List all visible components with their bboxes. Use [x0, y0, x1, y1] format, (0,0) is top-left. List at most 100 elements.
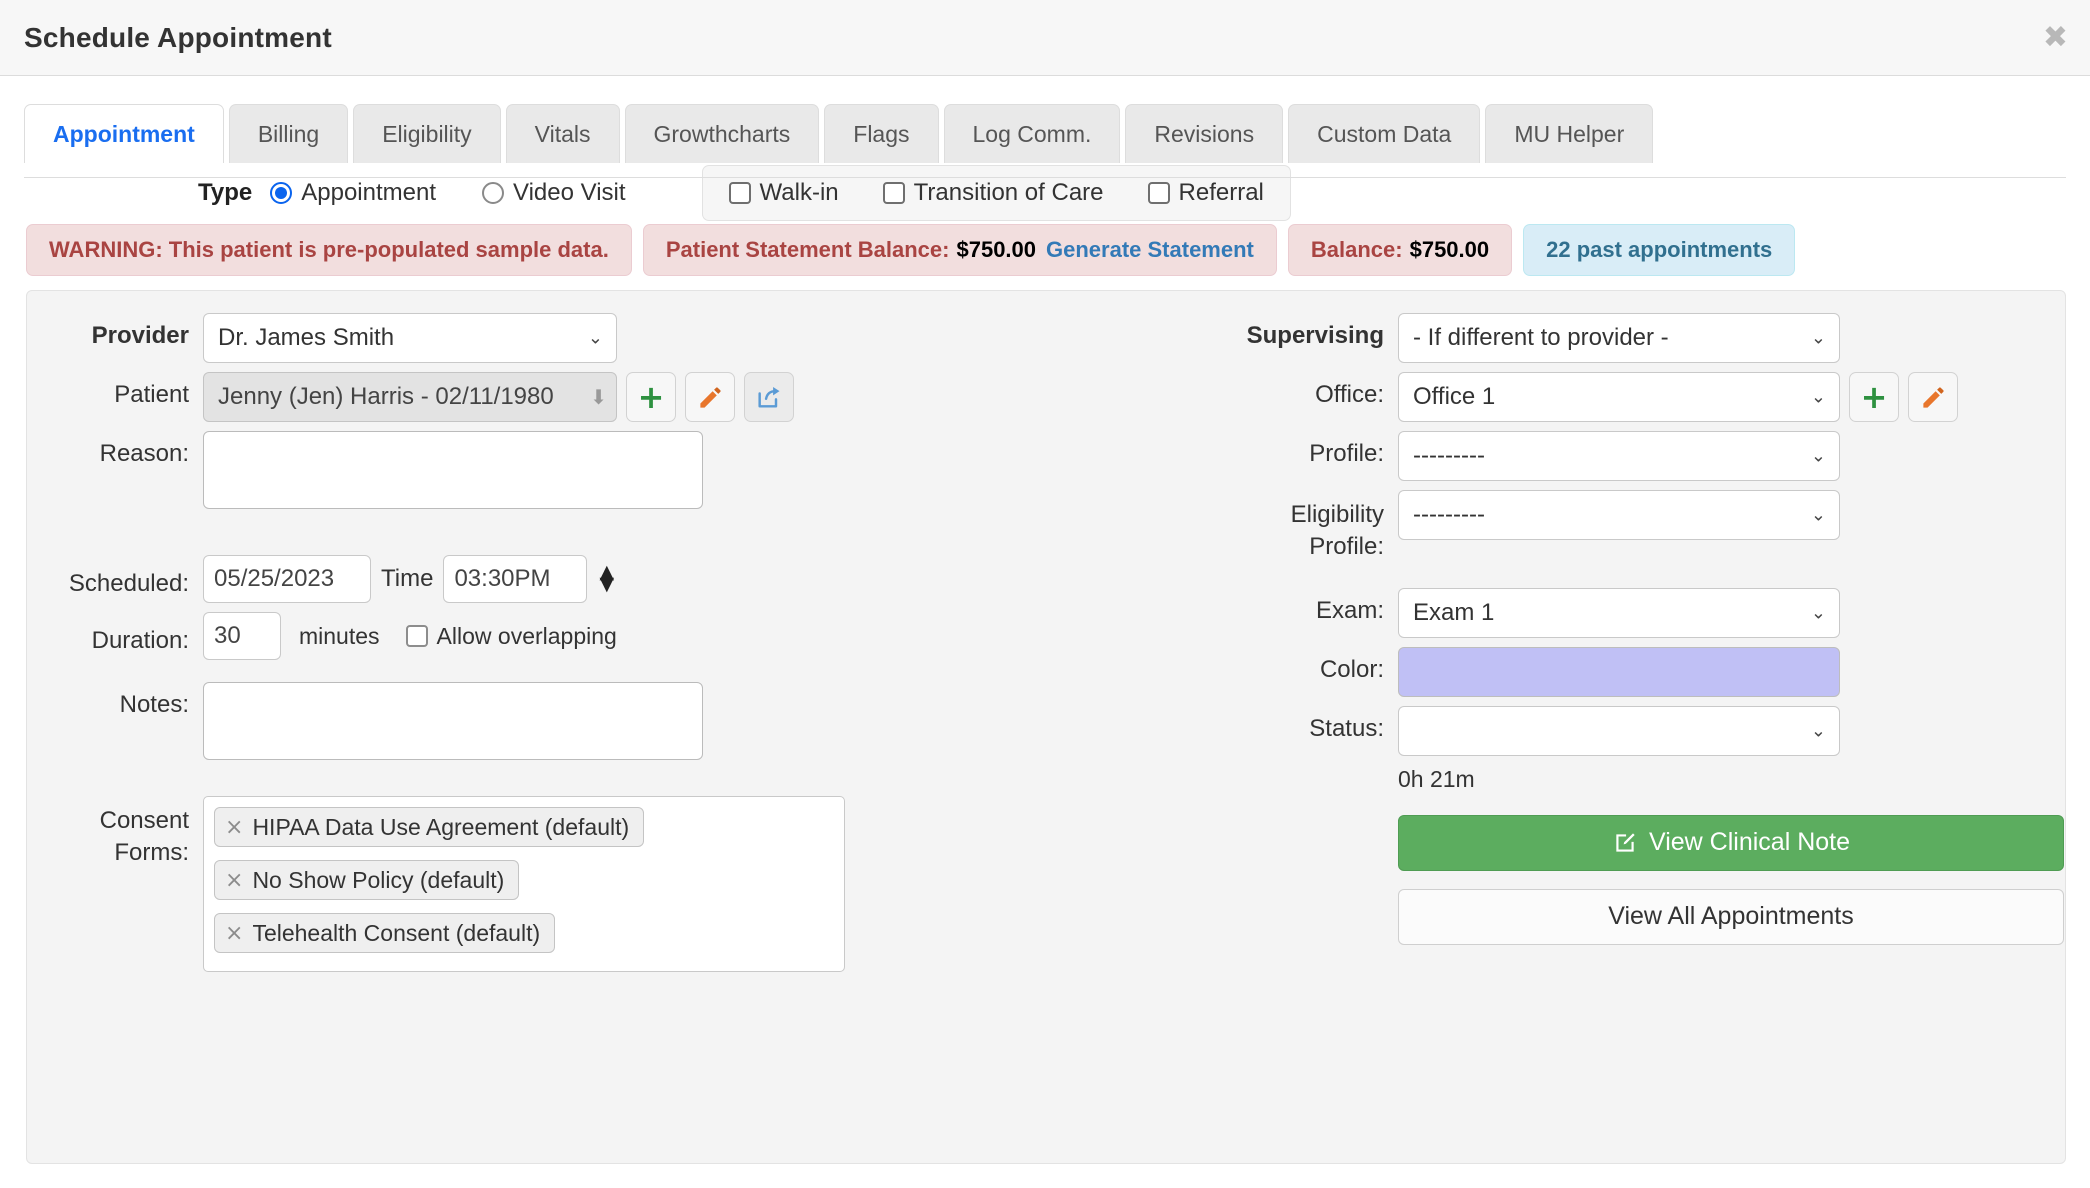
office-label: Office: — [1315, 381, 1384, 408]
consent-chip-label: HIPAA Data Use Agreement (default) — [252, 813, 630, 840]
appointment-flags-group: Walk-in Transition of Care Referral — [701, 165, 1291, 221]
office-select-wrap: Office 1 ⌄ — [1398, 372, 1840, 422]
exam-row: Exam: Exam 1 ⌄ — [1046, 587, 2065, 638]
patient-row: Patient Jenny (Jen) Harris - 02/11/1980 … — [27, 372, 1046, 422]
exam-label: Exam: — [1315, 596, 1384, 624]
consent-forms-box[interactable]: × HIPAA Data Use Agreement (default) × N… — [203, 796, 845, 972]
reason-textarea[interactable] — [203, 431, 703, 509]
generate-statement-link[interactable]: Generate Statement — [1046, 237, 1254, 263]
status-select[interactable] — [1398, 705, 1840, 756]
checkbox-referral-box[interactable] — [1147, 182, 1170, 204]
checkbox-transition-of-care-box[interactable] — [882, 182, 905, 204]
close-icon[interactable]: ✖ — [2043, 22, 2068, 53]
eligibility-profile-select[interactable]: --------- — [1398, 490, 1840, 540]
tab-eligibility[interactable]: Eligibility — [353, 104, 501, 163]
checkbox-allow-overlapping-box[interactable] — [405, 625, 428, 647]
edit-patient-button[interactable] — [685, 372, 735, 422]
form-left-column: Provider Dr. James Smith ⌄ Patient Jenny… — [27, 291, 1046, 1163]
profile-label: Profile: — [1309, 440, 1384, 467]
tab-flags[interactable]: Flags — [824, 104, 939, 163]
modal-header: Schedule Appointment ✖ — [0, 0, 2090, 76]
balance-amount: $750.00 — [1409, 237, 1490, 262]
notes-textarea[interactable] — [203, 682, 703, 760]
statement-balance-amount: $750.00 — [956, 237, 1037, 262]
tab-vitals[interactable]: Vitals — [505, 104, 620, 163]
share-patient-button[interactable] — [744, 372, 794, 422]
eligibility-profile-row: Eligibility Profile: --------- ⌄ — [1046, 490, 2065, 564]
tab-mu-helper[interactable]: MU Helper — [1485, 104, 1654, 163]
checkbox-allow-overlapping[interactable]: Allow overlapping — [405, 623, 617, 650]
patient-select-wrap: Jenny (Jen) Harris - 02/11/1980 ⬇ — [203, 372, 617, 422]
notes-label: Notes: — [119, 691, 189, 718]
provider-row: Provider Dr. James Smith ⌄ — [27, 313, 1046, 363]
consent-chip-telehealth[interactable]: × Telehealth Consent (default) — [214, 913, 556, 953]
eligibility-profile-label-line2: Profile: — [1309, 533, 1384, 561]
page-title: Schedule Appointment — [24, 21, 332, 53]
patient-statement-balance-banner: Patient Statement Balance: $750.00 Gener… — [642, 224, 1277, 276]
view-all-appointments-button[interactable]: View All Appointments — [1398, 888, 2064, 945]
status-select-wrap: ⌄ — [1398, 705, 1840, 756]
radio-appointment[interactable]: Appointment — [270, 179, 436, 207]
chevron-down-icon: ⬇ — [590, 385, 607, 409]
patient-select-value: Jenny (Jen) Harris - 02/11/1980 — [218, 383, 554, 410]
tab-revisions[interactable]: Revisions — [1125, 104, 1284, 163]
status-label: Status: — [1309, 714, 1384, 742]
radio-video-visit[interactable]: Video Visit — [482, 179, 626, 207]
checkbox-walk-in-box[interactable] — [728, 182, 751, 204]
remove-chip-icon[interactable]: × — [225, 921, 243, 946]
checkbox-transition-of-care[interactable]: Transition of Care — [882, 179, 1104, 207]
view-clinical-note-button[interactable]: View Clinical Note — [1398, 814, 2064, 871]
reason-label: Reason: — [99, 440, 189, 467]
tab-appointment[interactable]: Appointment — [24, 104, 224, 163]
time-input[interactable] — [443, 555, 588, 603]
duration-input[interactable] — [203, 612, 281, 660]
warning-banner: WARNING: This patient is pre-populated s… — [26, 224, 632, 276]
consent-forms-label-line1: Consent — [99, 807, 189, 834]
consent-chip-hipaa[interactable]: × HIPAA Data Use Agreement (default) — [214, 807, 645, 847]
consent-chip-label: Telehealth Consent (default) — [252, 919, 541, 946]
consent-chip-no-show-policy[interactable]: × No Show Policy (default) — [214, 860, 520, 900]
checkbox-walk-in[interactable]: Walk-in — [728, 179, 839, 207]
checkbox-transition-of-care-label: Transition of Care — [913, 179, 1104, 206]
tab-underline — [24, 177, 2066, 178]
supervising-select[interactable]: - If different to provider - — [1398, 313, 1840, 363]
exam-select-wrap: Exam 1 ⌄ — [1398, 587, 1840, 638]
provider-select[interactable]: Dr. James Smith — [203, 313, 617, 363]
statement-balance-label: Patient Statement Balance: — [665, 237, 950, 262]
exam-select[interactable]: Exam 1 — [1398, 587, 1840, 638]
radio-appointment-indicator[interactable] — [270, 182, 293, 204]
patient-select[interactable]: Jenny (Jen) Harris - 02/11/1980 ⬇ — [203, 372, 617, 422]
tab-log-comm[interactable]: Log Comm. — [943, 104, 1121, 163]
color-row: Color: — [1046, 646, 2065, 697]
add-patient-button[interactable]: + — [626, 372, 676, 422]
office-select[interactable]: Office 1 — [1398, 372, 1840, 422]
pencil-icon — [699, 386, 721, 408]
provider-label: Provider — [91, 322, 189, 349]
eligibility-profile-label: Eligibility Profile: — [1046, 490, 1384, 564]
past-appointments-button[interactable]: 22 past appointments — [1523, 224, 1796, 276]
spinner-down-icon[interactable]: ▼ — [599, 575, 614, 594]
time-label: Time — [381, 565, 434, 592]
status-row: Status: ⌄ — [1046, 705, 2065, 756]
radio-video-visit-indicator[interactable] — [482, 182, 504, 204]
remove-chip-icon[interactable]: × — [225, 815, 243, 840]
add-office-button[interactable]: + — [1849, 372, 1899, 422]
plus-icon: + — [1860, 378, 1888, 416]
tab-billing[interactable]: Billing — [228, 104, 349, 163]
tab-custom-data[interactable]: Custom Data — [1288, 104, 1481, 163]
type-label: Type — [198, 179, 253, 206]
tab-growthcharts[interactable]: Growthcharts — [624, 104, 820, 163]
remove-chip-icon[interactable]: × — [225, 868, 243, 893]
checkbox-referral[interactable]: Referral — [1147, 179, 1264, 207]
edit-office-button[interactable] — [1908, 372, 1958, 422]
profile-select[interactable]: --------- — [1398, 431, 1840, 481]
radio-video-visit-label: Video Visit — [513, 179, 626, 206]
scheduled-date-input[interactable] — [203, 555, 371, 603]
time-stepper[interactable]: ▲ ▼ — [599, 563, 614, 594]
duration-row: Duration: minutes Allow overlapping — [27, 612, 1046, 660]
pencil-icon — [1922, 386, 1944, 408]
appointment-color-swatch[interactable] — [1398, 646, 1840, 697]
office-row: Office: Office 1 ⌄ + — [1046, 372, 2065, 422]
balance-banner: Balance: $750.00 — [1287, 224, 1513, 276]
reason-row: Reason: — [27, 431, 1046, 509]
